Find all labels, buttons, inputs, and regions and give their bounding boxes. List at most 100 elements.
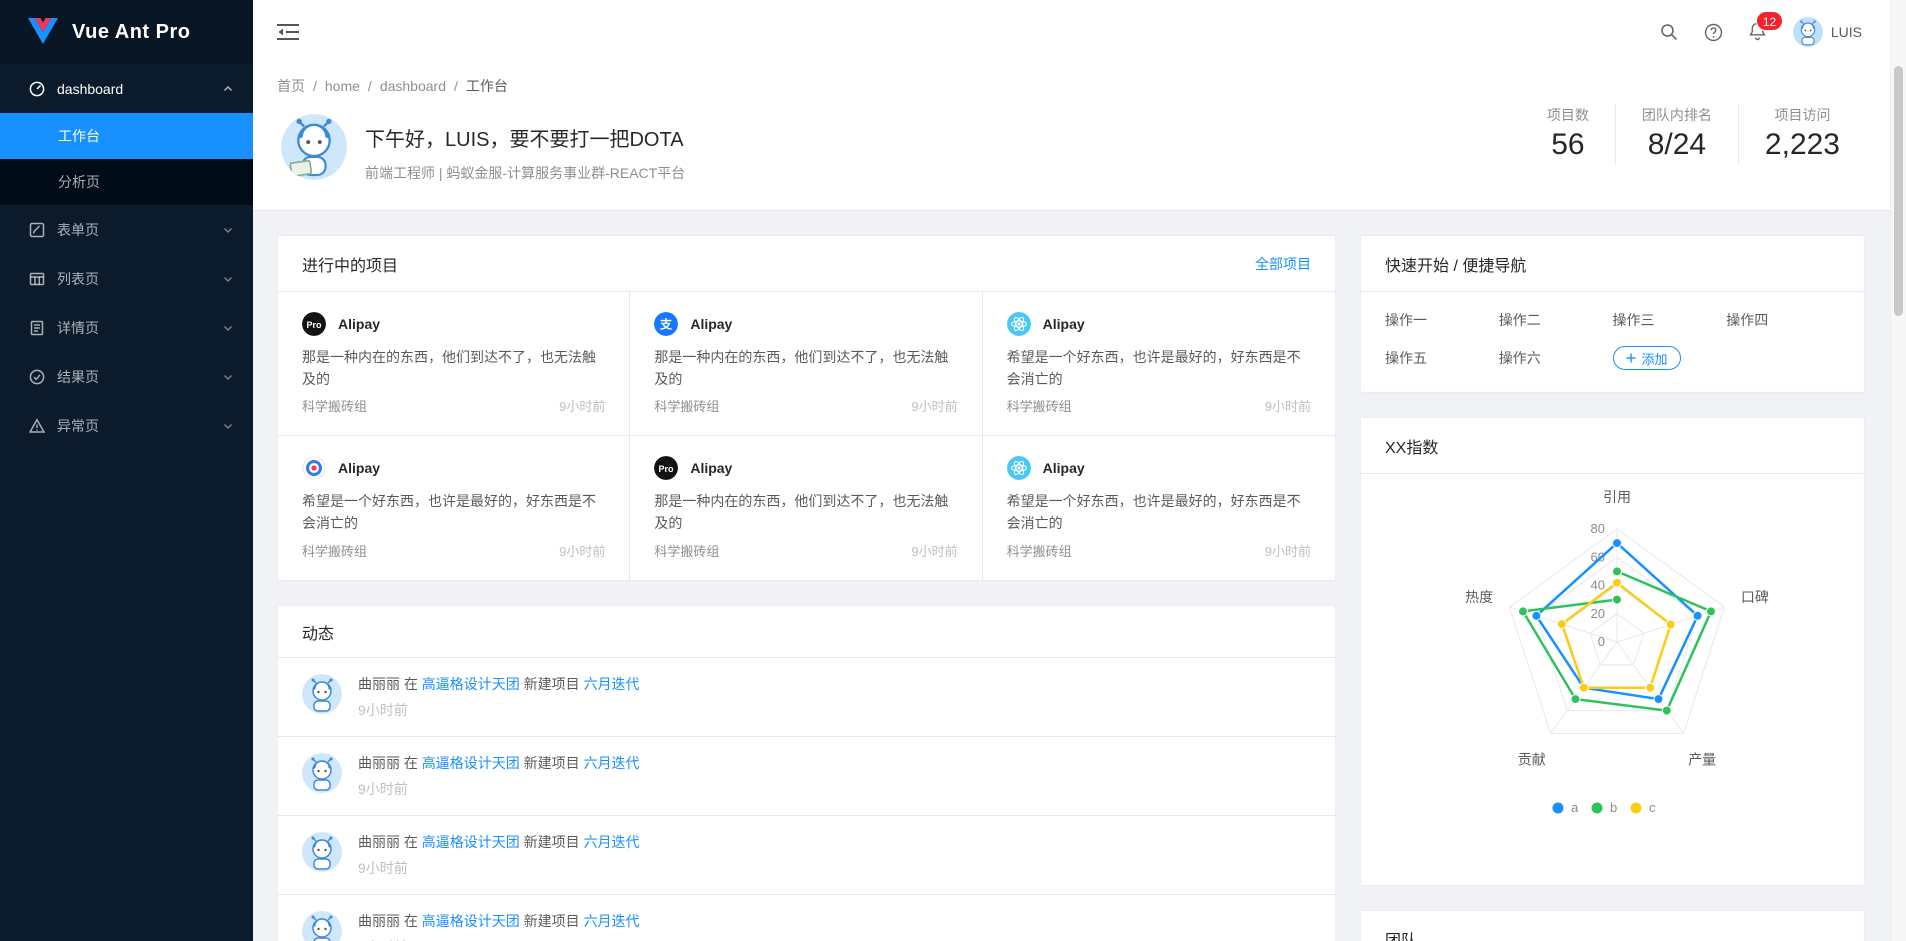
plus-icon (1626, 353, 1636, 363)
svg-text:贡献: 贡献 (1518, 751, 1546, 767)
notification-bell[interactable]: 12 (1748, 21, 1767, 44)
menu-fold-icon[interactable] (253, 0, 323, 64)
sidebar-item-异常页[interactable]: 异常页 (0, 401, 253, 450)
project-title-link[interactable]: Alipay (690, 316, 732, 332)
all-projects-link[interactable]: 全部项目 (1255, 254, 1311, 274)
breadcrumb-item-home[interactable]: home (325, 78, 360, 94)
add-button[interactable]: 添加 (1613, 346, 1681, 370)
breadcrumb-item-首页[interactable]: 首页 (277, 78, 305, 94)
page-scrollbar[interactable] (1890, 0, 1906, 941)
app-title: Vue Ant Pro (72, 21, 190, 44)
radar-card-title: XX指数 (1385, 434, 1438, 458)
chevron-down-icon (223, 271, 233, 287)
project-description: 那是一种内在的东西，他们到达不了，也无法触及的 (654, 346, 957, 390)
dashboard-icon (29, 81, 45, 97)
sidebar-item-列表页[interactable]: 列表页 (0, 254, 253, 303)
activity-time: 9小时前 (358, 779, 640, 799)
stat-项目访问: 项目访问 2,223 (1738, 104, 1866, 164)
app-logo[interactable]: Vue Ant Pro (0, 0, 253, 64)
stat-项目数: 项目数 56 (1521, 104, 1615, 164)
sidebar-item-表单页[interactable]: 表单页 (0, 205, 253, 254)
project-updated-time: 9小时前 (559, 396, 605, 415)
activity-time: 9小时前 (358, 937, 640, 941)
radar-chart: 020406080引用口碑产量贡献热度abc (1361, 474, 1864, 885)
quick-link-操作三[interactable]: 操作三 (1613, 310, 1727, 330)
project-updated-time: 9小时前 (1265, 396, 1311, 415)
project-title-link[interactable]: Alipay (690, 460, 732, 476)
activity-group-link[interactable]: 高逼格设计天团 (422, 834, 520, 850)
quick-link-操作六[interactable]: 操作六 (1499, 348, 1613, 368)
activity-group-link[interactable]: 高逼格设计天团 (422, 755, 520, 771)
table-icon (29, 271, 45, 287)
activities-card-title: 动态 (302, 620, 334, 644)
stat-团队内排名: 团队内排名 8/24 (1615, 104, 1738, 164)
question-circle-icon[interactable] (1704, 23, 1722, 41)
alipay-icon: 支 (654, 312, 678, 336)
sidebar-item-结果页[interactable]: 结果页 (0, 352, 253, 401)
quick-link-操作四[interactable]: 操作四 (1726, 310, 1840, 330)
activity-avatar (302, 674, 342, 714)
sidebar-subitem-分析页[interactable]: 分析页 (0, 159, 253, 205)
sidebar-subitem-工作台[interactable]: 工作台 (0, 113, 253, 159)
sidebar: Vue Ant Pro dashboard 工作台分析页 表单页 列表页 详情页… (0, 0, 253, 941)
project-group-link[interactable]: 科学搬砖组 (302, 541, 367, 560)
breadcrumb-separator: / (368, 78, 372, 94)
user-menu[interactable]: LUIS (1793, 17, 1862, 47)
project-card: Pro Alipay 那是一种内在的东西，他们到达不了，也无法触及的 科学搬砖组… (630, 436, 982, 580)
project-group-link[interactable]: 科学搬砖组 (1007, 396, 1072, 415)
activity-group-link[interactable]: 高逼格设计天团 (422, 913, 520, 929)
project-title-link[interactable]: Alipay (1043, 460, 1085, 476)
greeting-subtitle: 前端工程师 | 蚂蚁金服-计算服务事业群-REACT平台 (365, 163, 685, 183)
breadcrumb-item-dashboard[interactable]: dashboard (380, 78, 446, 94)
chevron-down-icon (223, 369, 233, 385)
breadcrumb: 首页/home/dashboard/工作台 (277, 76, 508, 96)
project-title-link[interactable]: Alipay (338, 316, 380, 332)
chevron-up-icon (223, 81, 233, 97)
project-card: 支 Alipay 那是一种内在的东西，他们到达不了，也无法触及的 科学搬砖组 9… (630, 292, 982, 436)
stat-value: 8/24 (1642, 126, 1712, 164)
react-icon (1007, 456, 1031, 480)
project-group-link[interactable]: 科学搬砖组 (654, 396, 719, 415)
stat-label: 团队内排名 (1642, 104, 1712, 126)
project-group-link[interactable]: 科学搬砖组 (1007, 541, 1072, 560)
sidebar-submenu: 工作台分析页 (0, 113, 253, 205)
project-group-link[interactable]: 科学搬砖组 (302, 396, 367, 415)
topbar: 12 LUIS (253, 0, 1890, 64)
search-icon[interactable] (1660, 23, 1678, 41)
sidebar-item-dashboard[interactable]: dashboard (0, 64, 253, 113)
vue-logo-icon (26, 16, 60, 49)
page-header: 首页/home/dashboard/工作台 下午好，LUIS，要不要打一把DOT… (253, 64, 1890, 211)
breadcrumb-separator: / (313, 78, 317, 94)
activity-project-link[interactable]: 六月迭代 (584, 834, 640, 850)
chevron-down-icon (223, 222, 233, 238)
project-description: 那是一种内在的东西，他们到达不了，也无法触及的 (654, 490, 957, 534)
activity-project-link[interactable]: 六月迭代 (584, 913, 640, 929)
quick-link-操作二[interactable]: 操作二 (1499, 310, 1613, 330)
project-title-link[interactable]: Alipay (338, 460, 380, 476)
breadcrumb-separator: / (454, 78, 458, 94)
activity-time: 9小时前 (358, 858, 640, 878)
warning-icon (29, 418, 45, 434)
quick-link-操作五[interactable]: 操作五 (1385, 348, 1499, 368)
project-title-link[interactable]: Alipay (1043, 316, 1085, 332)
activity-group-link[interactable]: 高逼格设计天团 (422, 676, 520, 692)
activity-project-link[interactable]: 六月迭代 (584, 676, 640, 692)
activity-text: 曲丽丽 在 高逼格设计天团 新建项目 六月迭代 (358, 674, 640, 694)
project-updated-time: 9小时前 (911, 396, 957, 415)
robot-avatar-icon (281, 114, 347, 180)
sidebar-item-详情页[interactable]: 详情页 (0, 303, 253, 352)
main-content: 进行中的项目 全部项目 Pro Alipay 那是一种内在的东西，他们到达不了，… (253, 211, 1890, 941)
activities-card: 动态 曲丽丽 在 高逼格设计天团 新建项目 六月迭代 9小时前 曲丽丽 在 高逼… (277, 605, 1336, 941)
antd-icon (302, 456, 326, 480)
project-group-link[interactable]: 科学搬砖组 (654, 541, 719, 560)
activity-project-link[interactable]: 六月迭代 (584, 755, 640, 771)
greeting-text: 下午好，LUIS，要不要打一把DOTA (365, 123, 684, 152)
project-card: Pro Alipay 那是一种内在的东西，他们到达不了，也无法触及的 科学搬砖组… (278, 292, 630, 436)
quick-link-操作一[interactable]: 操作一 (1385, 310, 1499, 330)
project-card: Alipay 希望是一个好东西，也许是最好的，好东西是不会消亡的 科学搬砖组 9… (983, 292, 1335, 436)
svg-text:Pro: Pro (659, 464, 675, 474)
notification-badge: 12 (1756, 11, 1783, 31)
pro-logo-icon: Pro (654, 456, 678, 480)
quick-nav-title: 快速开始 / 便捷导航 (1385, 252, 1526, 276)
scrollbar-thumb[interactable] (1894, 66, 1903, 316)
